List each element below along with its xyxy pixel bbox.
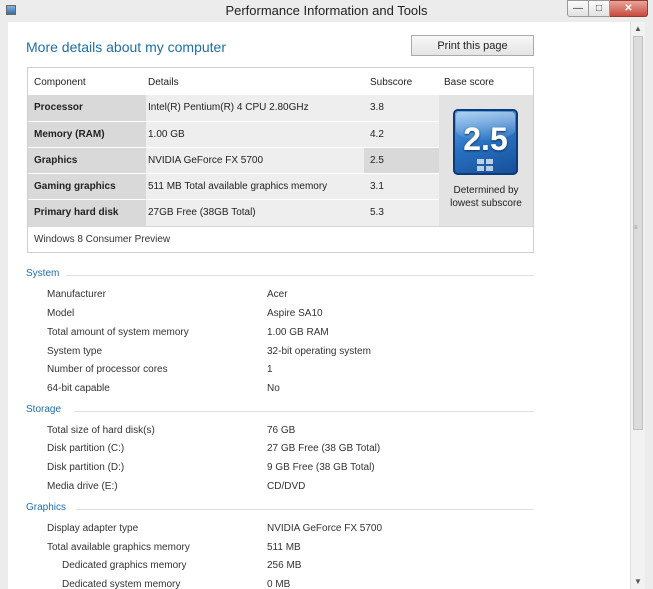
section-divider	[74, 411, 534, 412]
property-value: 511 MB	[267, 542, 301, 553]
table-row: Gaming graphics 511 MB Total available g…	[28, 173, 439, 200]
scrollbar-thumb[interactable]	[633, 36, 643, 430]
property-label: 64-bit capable	[47, 383, 110, 394]
table-row: Primary hard disk 27GB Free (38GB Total)…	[28, 199, 439, 226]
property-value: NVIDIA GeForce FX 5700	[267, 523, 383, 534]
property-label: Disk partition (C:)	[47, 443, 125, 454]
component-details: 1.00 GB	[146, 122, 364, 148]
property-value: 256 MB	[267, 560, 302, 571]
component-name: Memory (RAM)	[28, 122, 146, 148]
base-caption-line: lowest subscore	[450, 198, 522, 209]
property-value: 27 GB Free (38 GB Total)	[267, 443, 381, 454]
window-frame-right	[645, 22, 653, 589]
property-label: Display adapter type	[47, 523, 139, 534]
property-label: Total size of hard disk(s)	[47, 425, 155, 436]
section-divider	[66, 275, 534, 276]
table-row: Memory (RAM) 1.00 GB 4.2	[28, 121, 439, 148]
property-value: 0 MB	[267, 579, 291, 589]
windows-logo-icon	[477, 159, 493, 171]
print-button[interactable]: Print this page	[411, 35, 534, 56]
scroll-up-arrow-icon[interactable]: ▲	[631, 22, 645, 36]
column-header-subscore: Subscore	[370, 77, 413, 88]
property-value: 1	[267, 364, 273, 375]
close-button[interactable]: ✕	[610, 0, 648, 17]
table-row: Processor Intel(R) Pentium(R) 4 CPU 2.80…	[28, 95, 439, 121]
component-subscore: 2.5	[364, 148, 439, 174]
property-label: System type	[47, 346, 103, 357]
property-label: Number of processor cores	[47, 364, 168, 375]
component-details: Intel(R) Pentium(R) 4 CPU 2.80GHz	[146, 95, 364, 121]
main-content: More details about my computer Print thi…	[8, 22, 630, 589]
vertical-scrollbar[interactable]: ▲ ≡ ▼	[630, 22, 645, 589]
scroll-down-arrow-icon[interactable]: ▼	[631, 575, 645, 589]
property-label: Media drive (E:)	[47, 481, 118, 492]
score-table: Component Details Subscore Base score Pr…	[27, 67, 534, 253]
property-label: Dedicated graphics memory	[62, 560, 187, 571]
table-divider	[28, 226, 533, 227]
window-frame-left	[0, 22, 8, 589]
component-name: Primary hard disk	[28, 200, 146, 226]
section-title-system: System	[26, 268, 60, 279]
property-label: Disk partition (D:)	[47, 462, 125, 473]
component-name: Gaming graphics	[28, 174, 146, 200]
section-title-storage: Storage	[26, 404, 62, 415]
component-details: 27GB Free (38GB Total)	[146, 200, 364, 226]
base-score-panel: 2.5 Determined by lowest subscore	[439, 95, 533, 226]
property-label: Dedicated system memory	[62, 579, 181, 589]
component-name: Graphics	[28, 148, 146, 174]
component-subscore: 3.8	[364, 95, 439, 121]
title-bar[interactable]: Performance Information and Tools — □ ✕	[0, 0, 653, 22]
property-value: 1.00 GB RAM	[267, 327, 329, 338]
property-value: 76 GB	[267, 425, 296, 436]
maximize-button[interactable]: □	[589, 0, 610, 17]
property-value: CD/DVD	[267, 481, 306, 492]
minimize-button[interactable]: —	[567, 0, 589, 17]
property-value: 9 GB Free (38 GB Total)	[267, 462, 375, 473]
windows-edition: Windows 8 Consumer Preview	[34, 234, 171, 245]
window-title: Performance Information and Tools	[225, 3, 428, 18]
performance-window: Performance Information and Tools — □ ✕ …	[0, 0, 653, 589]
component-name: Processor	[28, 95, 146, 121]
column-header-component: Component	[34, 77, 86, 88]
page-title: More details about my computer	[26, 39, 226, 55]
property-value: No	[267, 383, 280, 394]
base-score-badge: 2.5	[453, 109, 518, 175]
column-header-base-score: Base score	[444, 77, 495, 88]
property-label: Model	[47, 308, 75, 319]
property-label: Manufacturer	[47, 289, 106, 300]
section-divider	[76, 509, 534, 510]
section-title-graphics: Graphics	[26, 502, 67, 513]
property-label: Total available graphics memory	[47, 542, 190, 553]
property-value: Acer	[267, 289, 288, 300]
column-header-details: Details	[148, 77, 179, 88]
base-caption-line: Determined by	[453, 185, 519, 196]
component-subscore: 3.1	[364, 174, 439, 200]
component-subscore: 4.2	[364, 122, 439, 148]
component-details: NVIDIA GeForce FX 5700	[146, 148, 364, 174]
component-details: 511 MB Total available graphics memory	[146, 174, 364, 200]
property-value: 32-bit operating system	[267, 346, 371, 357]
property-value: Aspire SA10	[267, 308, 323, 319]
base-score-caption: Determined by lowest subscore	[439, 184, 533, 210]
table-row: Graphics NVIDIA GeForce FX 5700 2.5	[28, 147, 439, 174]
property-label: Total amount of system memory	[47, 327, 189, 338]
scrollbar-grip-icon: ≡	[634, 225, 638, 231]
component-subscore: 5.3	[364, 200, 439, 226]
base-score-value: 2.5	[463, 121, 508, 157]
